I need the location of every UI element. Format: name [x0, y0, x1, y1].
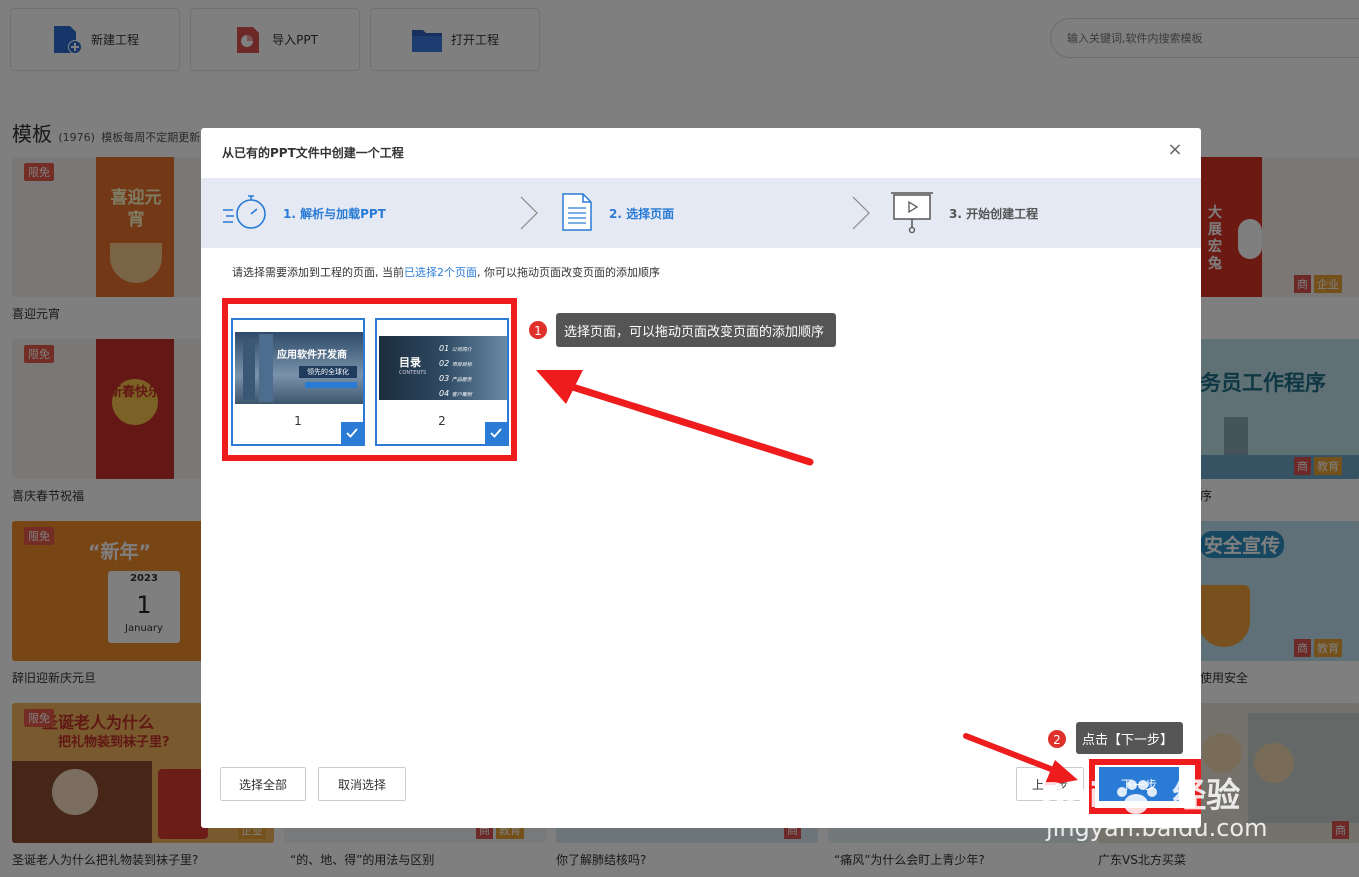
- watermark-url: jingyan.baidu.com: [1046, 814, 1268, 842]
- annotation-arrow-2: [963, 733, 1059, 774]
- annotation-arrow-1: [556, 379, 814, 466]
- watermark-brand-en: Bai: [1040, 776, 1101, 816]
- watermark-logo: Bai 经验: [1040, 768, 1240, 817]
- callout-2-text: 点击【下一步】: [1082, 732, 1174, 748]
- callout-2: 点击【下一步】: [1076, 722, 1184, 754]
- callout-1-text: 选择页面，可以拖动页面改变页面的添加顺序: [564, 324, 825, 340]
- step-number-badge: 1: [528, 320, 548, 340]
- watermark-brand-cn: 经验: [1172, 776, 1241, 816]
- step-number-badge: 2: [1047, 729, 1067, 749]
- callout-1: 选择页面，可以拖动页面改变页面的添加顺序: [556, 313, 837, 347]
- paw-icon: [1112, 779, 1160, 816]
